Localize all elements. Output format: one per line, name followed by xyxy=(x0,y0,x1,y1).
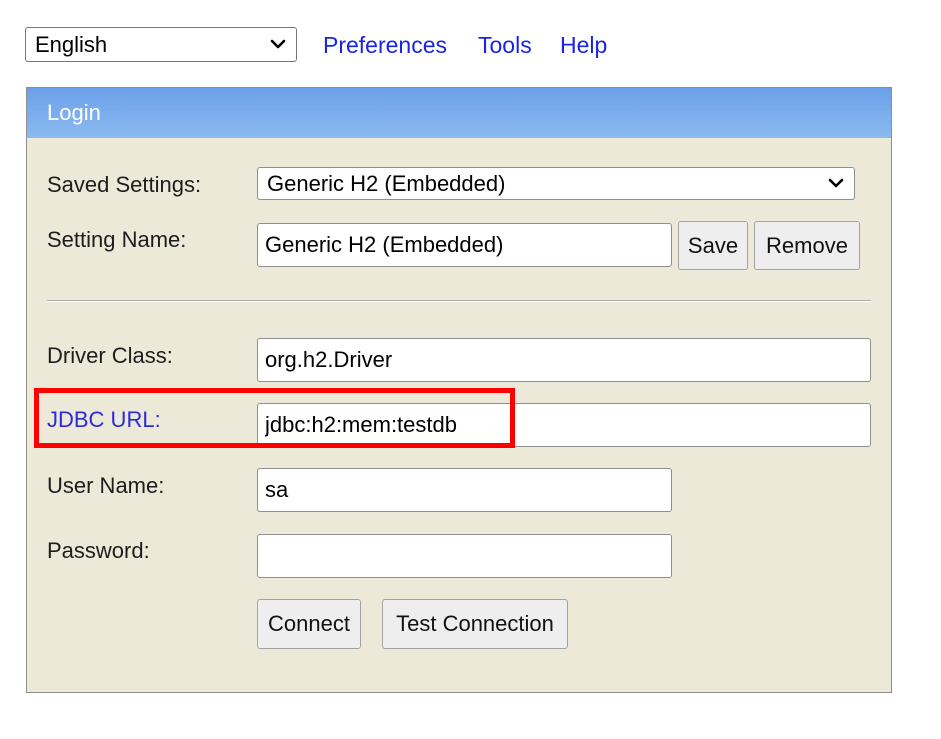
chevron-down-icon xyxy=(270,39,286,49)
driver-class-field[interactable] xyxy=(257,338,871,382)
saved-settings-select[interactable]: Generic H2 (Embedded) xyxy=(257,167,855,200)
language-select[interactable]: English xyxy=(25,27,297,62)
tools-link[interactable]: Tools xyxy=(478,30,532,60)
section-divider xyxy=(47,300,871,302)
connect-button[interactable]: Connect xyxy=(257,599,361,649)
setting-name-label: Setting Name: xyxy=(47,227,187,252)
setting-name-field[interactable] xyxy=(257,223,672,267)
language-select-value: English xyxy=(35,32,108,57)
saved-settings-select-value: Generic H2 (Embedded) xyxy=(267,171,506,196)
help-link[interactable]: Help xyxy=(560,30,607,60)
saved-settings-label: Saved Settings: xyxy=(47,172,202,197)
chevron-down-icon xyxy=(828,178,844,188)
password-field[interactable] xyxy=(257,534,672,578)
driver-class-label: Driver Class: xyxy=(47,343,173,368)
jdbc-url-highlight-box xyxy=(34,388,515,448)
test-connection-button[interactable]: Test Connection xyxy=(382,599,568,649)
user-name-label: User Name: xyxy=(47,473,165,498)
user-name-field[interactable] xyxy=(257,468,672,512)
login-panel-title: Login xyxy=(27,88,891,138)
preferences-link[interactable]: Preferences xyxy=(323,30,447,60)
save-button[interactable]: Save xyxy=(678,221,748,270)
password-label: Password: xyxy=(47,538,150,563)
remove-button[interactable]: Remove xyxy=(754,221,860,270)
